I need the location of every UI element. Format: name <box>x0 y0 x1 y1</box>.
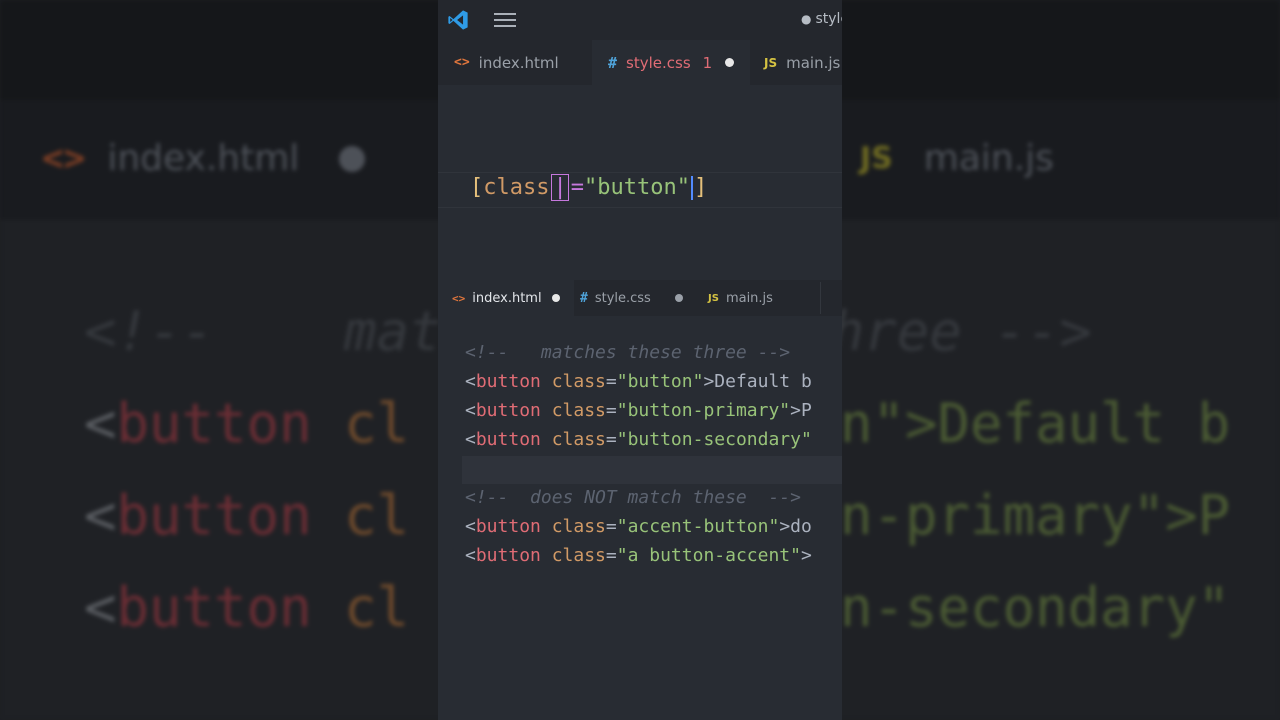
tab-label: index.html <box>472 290 542 306</box>
code-line: <button class="a button-accent"> <box>465 545 812 566</box>
bg-code-tail: n-primary">P <box>840 484 1231 547</box>
js-icon: JS <box>860 141 893 176</box>
text-cursor <box>690 176 693 200</box>
bg-code-tail: n-secondary" <box>840 576 1231 639</box>
js-icon: JS <box>708 292 719 304</box>
hamburger-menu-icon[interactable] <box>494 13 516 27</box>
tab-main-js[interactable]: JS main.js <box>764 40 840 85</box>
tab-divider <box>820 282 821 314</box>
tab-label: style.css <box>594 290 651 306</box>
html-code[interactable]: <!-- matches these three --> <button cla… <box>465 338 812 570</box>
bg-code-line: <button cl <box>84 576 410 639</box>
modified-dot-icon[interactable] <box>551 294 560 302</box>
modified-dot-icon[interactable] <box>725 58 735 67</box>
window-title: ●style <box>801 11 842 27</box>
bottom-tab-bar: <> index.html # style.css JS main.js <box>438 280 842 316</box>
html-code-icon: <> <box>452 291 466 305</box>
tab-style-css[interactable]: # style.css <box>580 280 683 316</box>
code-comment: <!-- matches these three --> <box>465 342 791 363</box>
bg-code-line: <button cl <box>84 484 410 547</box>
code-comment: <!-- does NOT match these --> <box>465 487 801 508</box>
tab-label: index.html <box>478 53 559 72</box>
bg-code-line: <button cl <box>84 392 410 455</box>
code-line: <button class="button-primary">P <box>465 400 812 421</box>
css-hash-icon: # <box>608 53 618 72</box>
html-code-icon: <> <box>42 138 86 179</box>
tab-style-css[interactable]: # style.css 1 <box>592 40 751 85</box>
bg-tab-index-html: <> index.html <box>42 138 366 179</box>
bg-code-tail: n">Default b <box>840 392 1231 455</box>
bg-tab-main-js: JS main.js <box>860 138 1054 179</box>
code-line: <button class="button">Default b <box>465 371 812 392</box>
tab-label: main.js <box>725 290 773 306</box>
bg-tab-label: main.js <box>923 138 1054 179</box>
top-tab-bar: <> index.html # style.css 1 JS main.js <box>438 40 842 85</box>
tab-label: style.css <box>626 53 691 72</box>
code-line: <button class="accent-button">do <box>465 516 812 537</box>
css-selector-line[interactable]: [class | ="button"] <box>470 173 707 203</box>
css-hash-icon: # <box>580 290 588 306</box>
problems-badge: 1 <box>702 53 713 72</box>
js-icon: JS <box>764 55 778 70</box>
tab-index-html[interactable]: <> index.html <box>438 280 574 316</box>
tab-label: main.js <box>786 53 841 72</box>
tab-main-js[interactable]: JS main.js <box>708 280 773 316</box>
title-bar: ●style <box>438 0 842 40</box>
tab-index-html[interactable]: <> index.html <box>454 40 559 85</box>
vscode-logo-icon <box>448 10 468 30</box>
modified-dot-icon[interactable] <box>674 294 683 302</box>
bg-tab-label: index.html <box>107 138 300 179</box>
html-code-icon: <> <box>454 55 470 70</box>
editor-window: ●style <> index.html # style.css 1 JS ma… <box>438 0 842 720</box>
code-line: <button class="button-secondary" <box>465 429 812 450</box>
pipe-operator: | <box>551 174 569 201</box>
bg-modified-dot <box>339 145 366 172</box>
